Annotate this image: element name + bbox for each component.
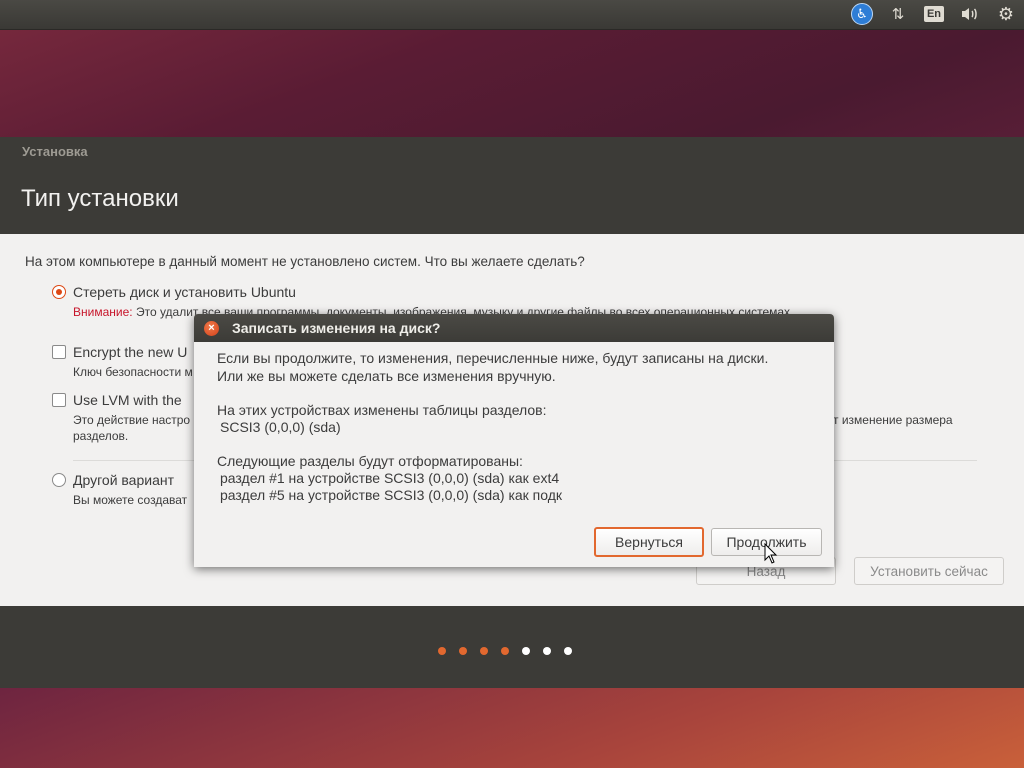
top-panel: ♿ ⇅ En ⚙: [0, 0, 1024, 30]
dialog-intro-line1: Если вы продолжите, то изменения, перечи…: [217, 350, 769, 366]
dialog-close-button[interactable]: ×: [204, 321, 219, 336]
erase-disk-radio[interactable]: [52, 285, 66, 299]
system-tray: ♿ ⇅ En ⚙: [850, 3, 1018, 25]
progress-dot: [543, 647, 551, 655]
option-lvm-label: Use LVM with the: [73, 392, 182, 408]
sound-menu[interactable]: [958, 3, 982, 25]
dialog-intro-line2: Или же вы можете сделать все изменения в…: [217, 368, 556, 384]
format-header: Следующие разделы будут отформатированы:: [217, 453, 523, 469]
keyboard-layout-indicator: En: [923, 6, 945, 22]
option-something-else[interactable]: Другой вариант: [52, 472, 174, 488]
option-lvm-desc-line1: Это действие настро: [73, 413, 191, 427]
dialog-title: Записать изменения на диск?: [232, 320, 441, 336]
write-changes-dialog: × Записать изменения на диск? Если вы пр…: [194, 314, 834, 567]
accessibility-icon: ♿: [851, 3, 873, 25]
option-lvm-desc-line2: разделов.: [73, 429, 129, 443]
network-arrows-icon: ⇅: [891, 6, 905, 23]
dialog-titlebar: × Записать изменения на диск?: [194, 314, 834, 342]
format-item: раздел #1 на устройстве SCSI3 (0,0,0) (s…: [220, 470, 560, 486]
option-encrypt-label: Encrypt the new U: [73, 344, 188, 360]
partition-tables-device: SCSI3 (0,0,0) (sda): [220, 419, 341, 435]
gear-icon: ⚙: [997, 3, 1015, 24]
option-erase-disk-label: Стереть диск и установить Ubuntu: [73, 284, 296, 300]
option-lvm[interactable]: Use LVM with the: [52, 392, 182, 408]
option-something-else-desc: Вы можете создават: [73, 493, 188, 507]
progress-dot: [459, 647, 467, 655]
encrypt-checkbox[interactable]: [52, 345, 66, 359]
go-back-button[interactable]: Вернуться: [594, 527, 704, 557]
format-item: раздел #5 на устройстве SCSI3 (0,0,0) (s…: [220, 487, 563, 503]
option-encrypt-desc: Ключ безопасности м: [73, 365, 193, 379]
lvm-checkbox[interactable]: [52, 393, 66, 407]
partition-tables-header: На этих устройствах изменены таблицы раз…: [217, 402, 547, 418]
mouse-cursor-icon: [764, 543, 778, 564]
option-lvm-desc-line1-right: т изменение размера: [833, 413, 953, 427]
option-encrypt[interactable]: Encrypt the new U: [52, 344, 187, 360]
option-something-else-label: Другой вариант: [73, 472, 175, 488]
something-else-radio[interactable]: [52, 473, 66, 487]
progress-dots: [438, 647, 572, 655]
warning-label: Внимание:: [73, 305, 133, 319]
session-menu[interactable]: ⚙: [994, 3, 1018, 25]
installer-footer: [0, 606, 1024, 688]
close-icon: ×: [208, 322, 215, 334]
accessibility-menu[interactable]: ♿: [850, 3, 874, 25]
progress-dot: [480, 647, 488, 655]
install-now-button[interactable]: Установить сейчас: [854, 557, 1004, 585]
page-title: Тип установки: [21, 185, 179, 212]
progress-dot: [522, 647, 530, 655]
keyboard-layout-menu[interactable]: En: [922, 3, 946, 25]
network-menu[interactable]: ⇅: [886, 3, 910, 25]
installation-question: На этом компьютере в данный момент не ус…: [25, 254, 585, 269]
window-title: Установка: [22, 144, 88, 159]
progress-dot: [501, 647, 509, 655]
installer-header: Установка Тип установки: [0, 137, 1024, 234]
speaker-icon: [962, 8, 977, 20]
progress-dot: [564, 647, 572, 655]
option-erase-disk[interactable]: Стереть диск и установить Ubuntu: [52, 284, 296, 300]
progress-dot: [438, 647, 446, 655]
